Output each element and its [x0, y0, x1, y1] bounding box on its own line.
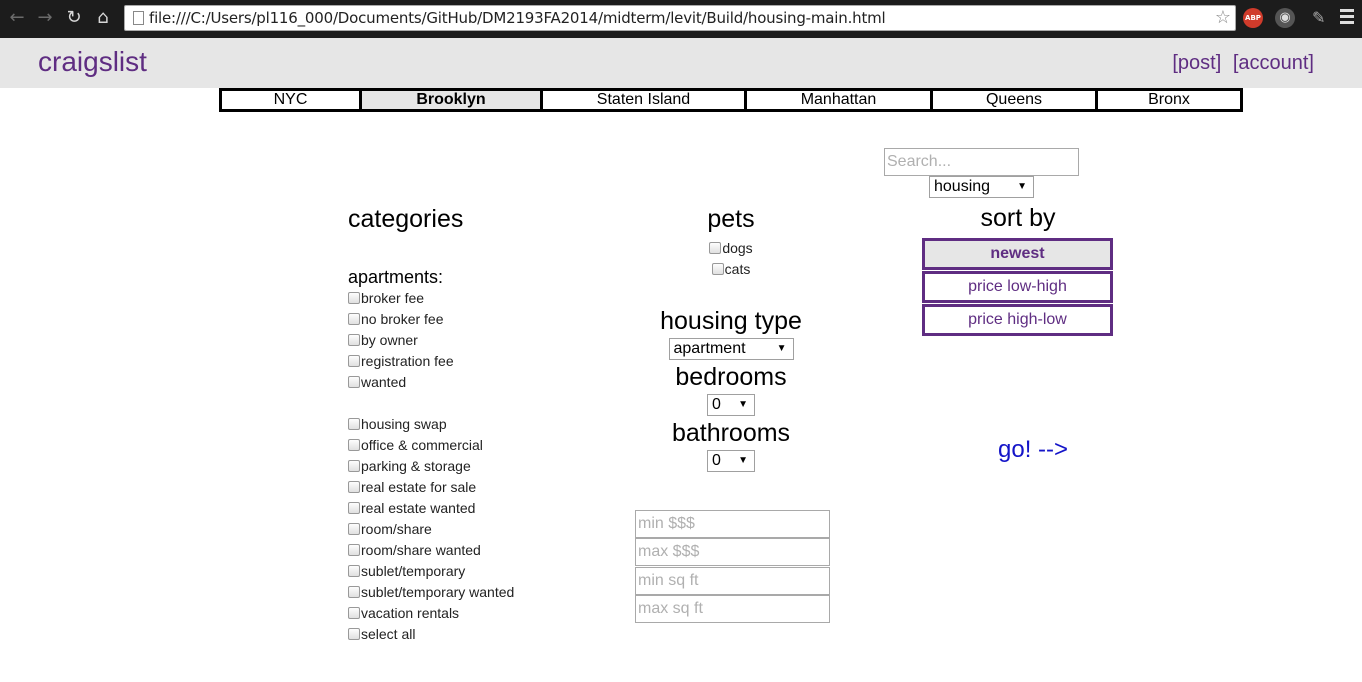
menu-icon[interactable] [1340, 9, 1354, 27]
forward-arrow-icon[interactable]: → [34, 7, 56, 29]
back-arrow-icon[interactable]: ← [6, 7, 28, 29]
apartments-subheading: apartments: [348, 267, 444, 287]
dropdown-arrow-icon: ▼ [738, 399, 748, 410]
bedrooms-select[interactable]: 0 ▼ [707, 394, 755, 416]
account-link[interactable]: [account] [1233, 52, 1314, 74]
url-text[interactable]: file:///C:/Users/pl116_000/Documents/Git… [149, 9, 886, 27]
dropdown-arrow-icon: ▼ [1017, 181, 1027, 192]
ghostery-icon[interactable]: ◉ [1275, 8, 1295, 28]
checkbox[interactable] [348, 607, 360, 619]
tab-staten-island[interactable]: Staten Island [543, 91, 747, 109]
logo[interactable]: craigslist [38, 46, 147, 78]
bedrooms-heading: bedrooms [675, 363, 787, 391]
checkbox[interactable] [348, 544, 360, 556]
checkbox[interactable] [709, 242, 722, 254]
checkbox[interactable] [348, 418, 360, 430]
tab-nyc[interactable]: NYC [222, 91, 362, 109]
sort-by-heading: sort by [980, 204, 1056, 232]
checkbox[interactable] [348, 355, 360, 367]
bathrooms-heading: bathrooms [671, 419, 791, 447]
bookmark-star-icon[interactable]: ☆ [1215, 7, 1231, 28]
pencil-icon[interactable]: ✎ [1312, 8, 1325, 27]
home-icon[interactable]: ⌂ [92, 7, 114, 29]
select-all-option[interactable]: select all [348, 624, 588, 645]
site-header: craigslist [post] [account] [0, 38, 1362, 88]
categories-panel: categories apartments: broker fee no bro… [348, 205, 588, 645]
category-option[interactable]: by owner [348, 330, 588, 351]
sort-price-high-low-button[interactable]: price high-low [922, 304, 1113, 336]
adblock-icon[interactable]: ABP [1243, 8, 1263, 28]
category-option[interactable]: office & commercial [348, 435, 588, 456]
pet-option-dogs[interactable]: dogs [605, 238, 857, 259]
tab-bronx[interactable]: Bronx [1098, 91, 1240, 109]
tab-brooklyn[interactable]: Brooklyn [362, 91, 543, 109]
checkbox[interactable] [348, 628, 360, 640]
checkbox[interactable] [348, 439, 360, 451]
category-option[interactable]: sublet/temporary [348, 561, 588, 582]
sort-price-low-high-button[interactable]: price low-high [922, 271, 1113, 303]
header-links: [post] [account] [1166, 52, 1314, 75]
borough-tabs: NYC Brooklyn Staten Island Manhattan Que… [219, 88, 1243, 112]
checkbox[interactable] [348, 502, 360, 514]
category-option[interactable]: room/share [348, 519, 588, 540]
housing-type-heading: housing type [660, 307, 802, 335]
filters-panel: pets dogs cats housing type apartment ▼ b… [605, 205, 857, 472]
address-bar[interactable]: file:///C:/Users/pl116_000/Documents/Git… [124, 5, 1236, 31]
pet-option-cats[interactable]: cats [605, 259, 857, 280]
checkbox[interactable] [348, 376, 360, 388]
search-category-select[interactable]: housing ▼ [929, 176, 1034, 198]
checkbox[interactable] [348, 565, 360, 577]
checkbox[interactable] [711, 263, 724, 275]
category-option[interactable]: broker fee [348, 288, 588, 309]
category-option[interactable]: housing swap [348, 414, 588, 435]
checkbox[interactable] [348, 523, 360, 535]
checkbox[interactable] [348, 334, 360, 346]
sort-newest-button[interactable]: newest [922, 238, 1113, 270]
min-price-input[interactable]: min $$$ [635, 510, 830, 538]
go-link[interactable]: go! --> [998, 436, 1068, 464]
pets-heading: pets [707, 205, 755, 233]
tab-manhattan[interactable]: Manhattan [747, 91, 933, 109]
checkbox[interactable] [348, 313, 360, 325]
max-sqft-input[interactable]: max sq ft [635, 595, 830, 623]
category-option[interactable]: parking & storage [348, 456, 588, 477]
category-option[interactable]: no broker fee [348, 309, 588, 330]
category-option[interactable]: real estate wanted [348, 498, 588, 519]
category-option[interactable]: wanted [348, 372, 588, 393]
category-option[interactable]: real estate for sale [348, 477, 588, 498]
min-sqft-input[interactable]: min sq ft [635, 567, 830, 595]
page-icon [133, 11, 144, 25]
tab-queens[interactable]: Queens [933, 91, 1098, 109]
bathrooms-select[interactable]: 0 ▼ [707, 450, 755, 472]
search-input[interactable]: Search... [884, 148, 1079, 176]
checkbox[interactable] [348, 481, 360, 493]
checkbox[interactable] [348, 460, 360, 472]
category-option[interactable]: registration fee [348, 351, 588, 372]
category-option[interactable]: room/share wanted [348, 540, 588, 561]
category-option[interactable]: vacation rentals [348, 603, 588, 624]
categories-heading: categories [348, 205, 464, 233]
reload-icon[interactable]: ↻ [63, 7, 85, 29]
browser-toolbar: ← → ↻ ⌂ file:///C:/Users/pl116_000/Docum… [0, 0, 1362, 38]
checkbox[interactable] [348, 292, 360, 304]
max-price-input[interactable]: max $$$ [635, 538, 830, 566]
dropdown-arrow-icon: ▼ [776, 343, 787, 354]
housing-type-select[interactable]: apartment ▼ [668, 338, 794, 360]
dropdown-arrow-icon: ▼ [738, 455, 748, 466]
post-link[interactable]: [post] [1172, 52, 1221, 74]
category-option[interactable]: sublet/temporary wanted [348, 582, 588, 603]
checkbox[interactable] [348, 586, 360, 598]
